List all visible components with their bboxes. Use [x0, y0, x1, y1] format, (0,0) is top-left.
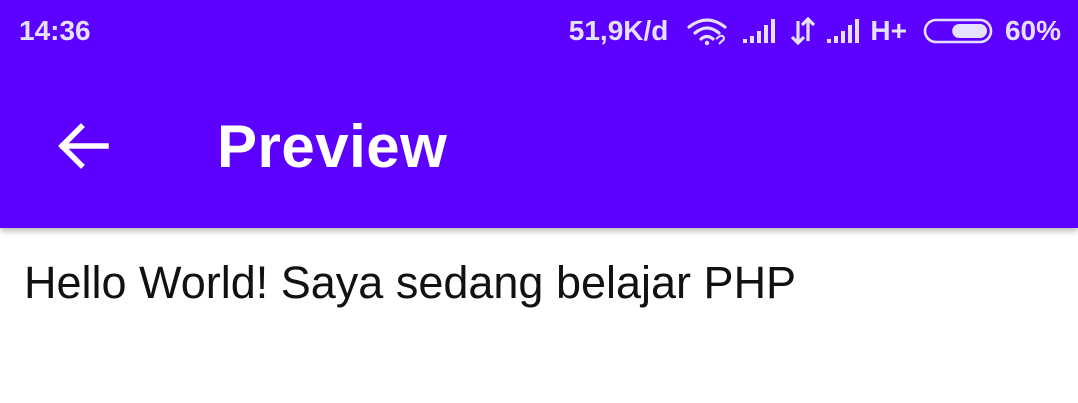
battery-icon	[923, 14, 995, 48]
battery-percentage: 60%	[1004, 15, 1061, 46]
wifi-icon	[686, 14, 728, 48]
content-area: Hello World! Saya sedang belajar PHP	[0, 228, 1078, 403]
status-time: 14:36	[19, 15, 91, 46]
arrow-left-icon	[58, 123, 109, 169]
signal-strength-icon	[826, 14, 864, 48]
app-bar: Preview	[0, 64, 1078, 228]
network-speed: 51,9K/d	[568, 15, 669, 46]
back-button[interactable]	[44, 106, 124, 186]
network-type: H+	[870, 15, 907, 46]
status-bar: 14:36 51,9K/d H+ 60%	[0, 0, 1078, 64]
signal-strength-icon	[742, 14, 780, 48]
app-screen: 14:36 51,9K/d H+ 60% Preview Hello World…	[0, 0, 1078, 403]
header: 14:36 51,9K/d H+ 60% Preview	[0, 0, 1078, 228]
preview-text: Hello World! Saya sedang belajar PHP	[24, 257, 797, 308]
page-title: Preview	[217, 113, 448, 180]
data-sync-icon	[790, 14, 816, 48]
status-indicators: 51,9K/d H+ 60%	[569, 14, 1061, 48]
